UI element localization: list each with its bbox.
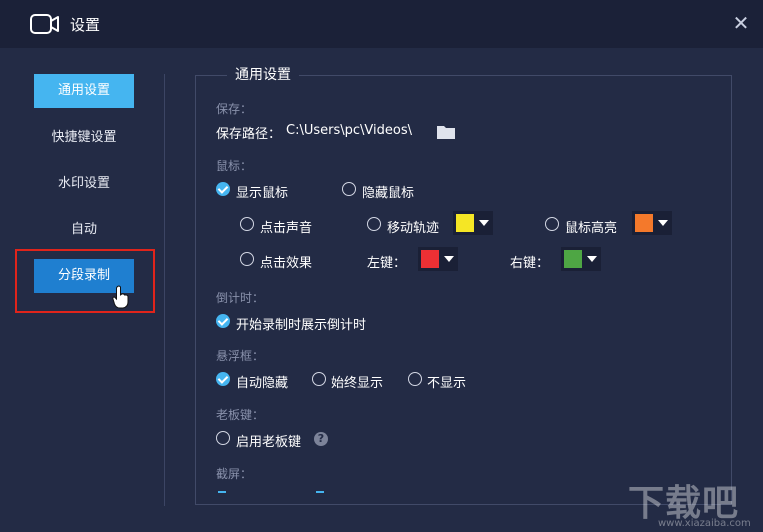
window-title: 设置 <box>70 16 101 34</box>
chevron-down-icon <box>444 256 454 262</box>
show-cursor-label: 显示鼠标 <box>236 186 289 201</box>
help-icon[interactable]: ? <box>314 432 328 446</box>
right-key-label: 右键： <box>510 256 550 271</box>
show-countdown-label: 开始录制时展示倒计时 <box>236 318 367 333</box>
left-key-color-swatch <box>421 250 439 268</box>
click-sound-label: 点击声音 <box>260 221 313 236</box>
auto-hide-label: 自动隐藏 <box>236 376 289 391</box>
mouse-section-label: 鼠标： <box>216 159 253 173</box>
save-path-label: 保存路径： <box>216 127 282 142</box>
chevron-down-icon <box>479 220 489 226</box>
site-watermark-logo: 下载吧 www.xiazaiba.com <box>628 474 758 532</box>
right-key-color-swatch <box>564 250 582 268</box>
hand-cursor-icon <box>112 285 129 309</box>
folder-icon[interactable] <box>436 124 456 140</box>
save-section-label: 保存： <box>216 102 253 116</box>
sidebar-divider <box>164 74 165 506</box>
cursor-highlight-color-swatch <box>635 214 653 232</box>
chevron-down-icon <box>658 220 668 226</box>
sidebar-item-watermark[interactable]: 水印设置 <box>34 167 134 201</box>
float-box-section-label: 悬浮框： <box>216 349 265 363</box>
hide-cursor-label: 隐藏鼠标 <box>362 186 415 201</box>
hide-cursor-radio[interactable] <box>342 182 356 196</box>
save-path-value: C:\Users\pc\Videos\ <box>286 123 412 138</box>
auto-hide-checkbox[interactable] <box>216 372 230 386</box>
cursor-highlight-label: 鼠标高亮 <box>565 221 618 236</box>
cursor-highlight-color-picker[interactable] <box>632 211 672 235</box>
left-key-label: 左键： <box>367 256 407 271</box>
cursor-highlight-radio[interactable] <box>545 217 559 231</box>
never-show-radio[interactable] <box>408 372 422 386</box>
right-key-color-picker[interactable] <box>561 247 601 271</box>
move-track-color-swatch <box>456 214 474 232</box>
sidebar-item-hotkeys[interactable]: 快捷键设置 <box>34 121 134 155</box>
countdown-section-label: 倒计时： <box>216 291 265 305</box>
left-key-color-picker[interactable] <box>418 247 458 271</box>
always-show-radio[interactable] <box>312 372 326 386</box>
click-sound-radio[interactable] <box>240 217 254 231</box>
title-bar: 设置 ✕ <box>0 0 763 48</box>
video-camera-icon <box>30 14 59 34</box>
enable-boss-key-label: 启用老板键 <box>236 435 302 450</box>
screenshot-section-label: 截屏： <box>216 467 253 481</box>
click-effect-radio[interactable] <box>240 252 254 266</box>
move-track-color-picker[interactable] <box>453 211 493 235</box>
close-button[interactable]: ✕ <box>730 12 752 34</box>
enable-boss-key-radio[interactable] <box>216 431 230 445</box>
watermark-url: www.xiazaiba.com <box>658 518 751 529</box>
chevron-down-icon <box>587 256 597 262</box>
move-track-radio[interactable] <box>367 217 381 231</box>
clipped-row-indicator <box>216 491 326 493</box>
move-track-label: 移动轨迹 <box>387 221 440 236</box>
always-show-label: 始终显示 <box>331 376 384 391</box>
panel-title: 通用设置 <box>227 65 299 85</box>
show-countdown-checkbox[interactable] <box>216 314 230 328</box>
sidebar-item-general[interactable]: 通用设置 <box>34 74 134 108</box>
never-show-label: 不显示 <box>427 376 467 391</box>
show-cursor-checkbox[interactable] <box>216 182 230 196</box>
sidebar-item-auto[interactable]: 自动 <box>34 213 134 247</box>
annotation-highlight-box <box>15 249 155 313</box>
boss-key-section-label: 老板键： <box>216 408 265 422</box>
click-effect-label: 点击效果 <box>260 256 313 271</box>
